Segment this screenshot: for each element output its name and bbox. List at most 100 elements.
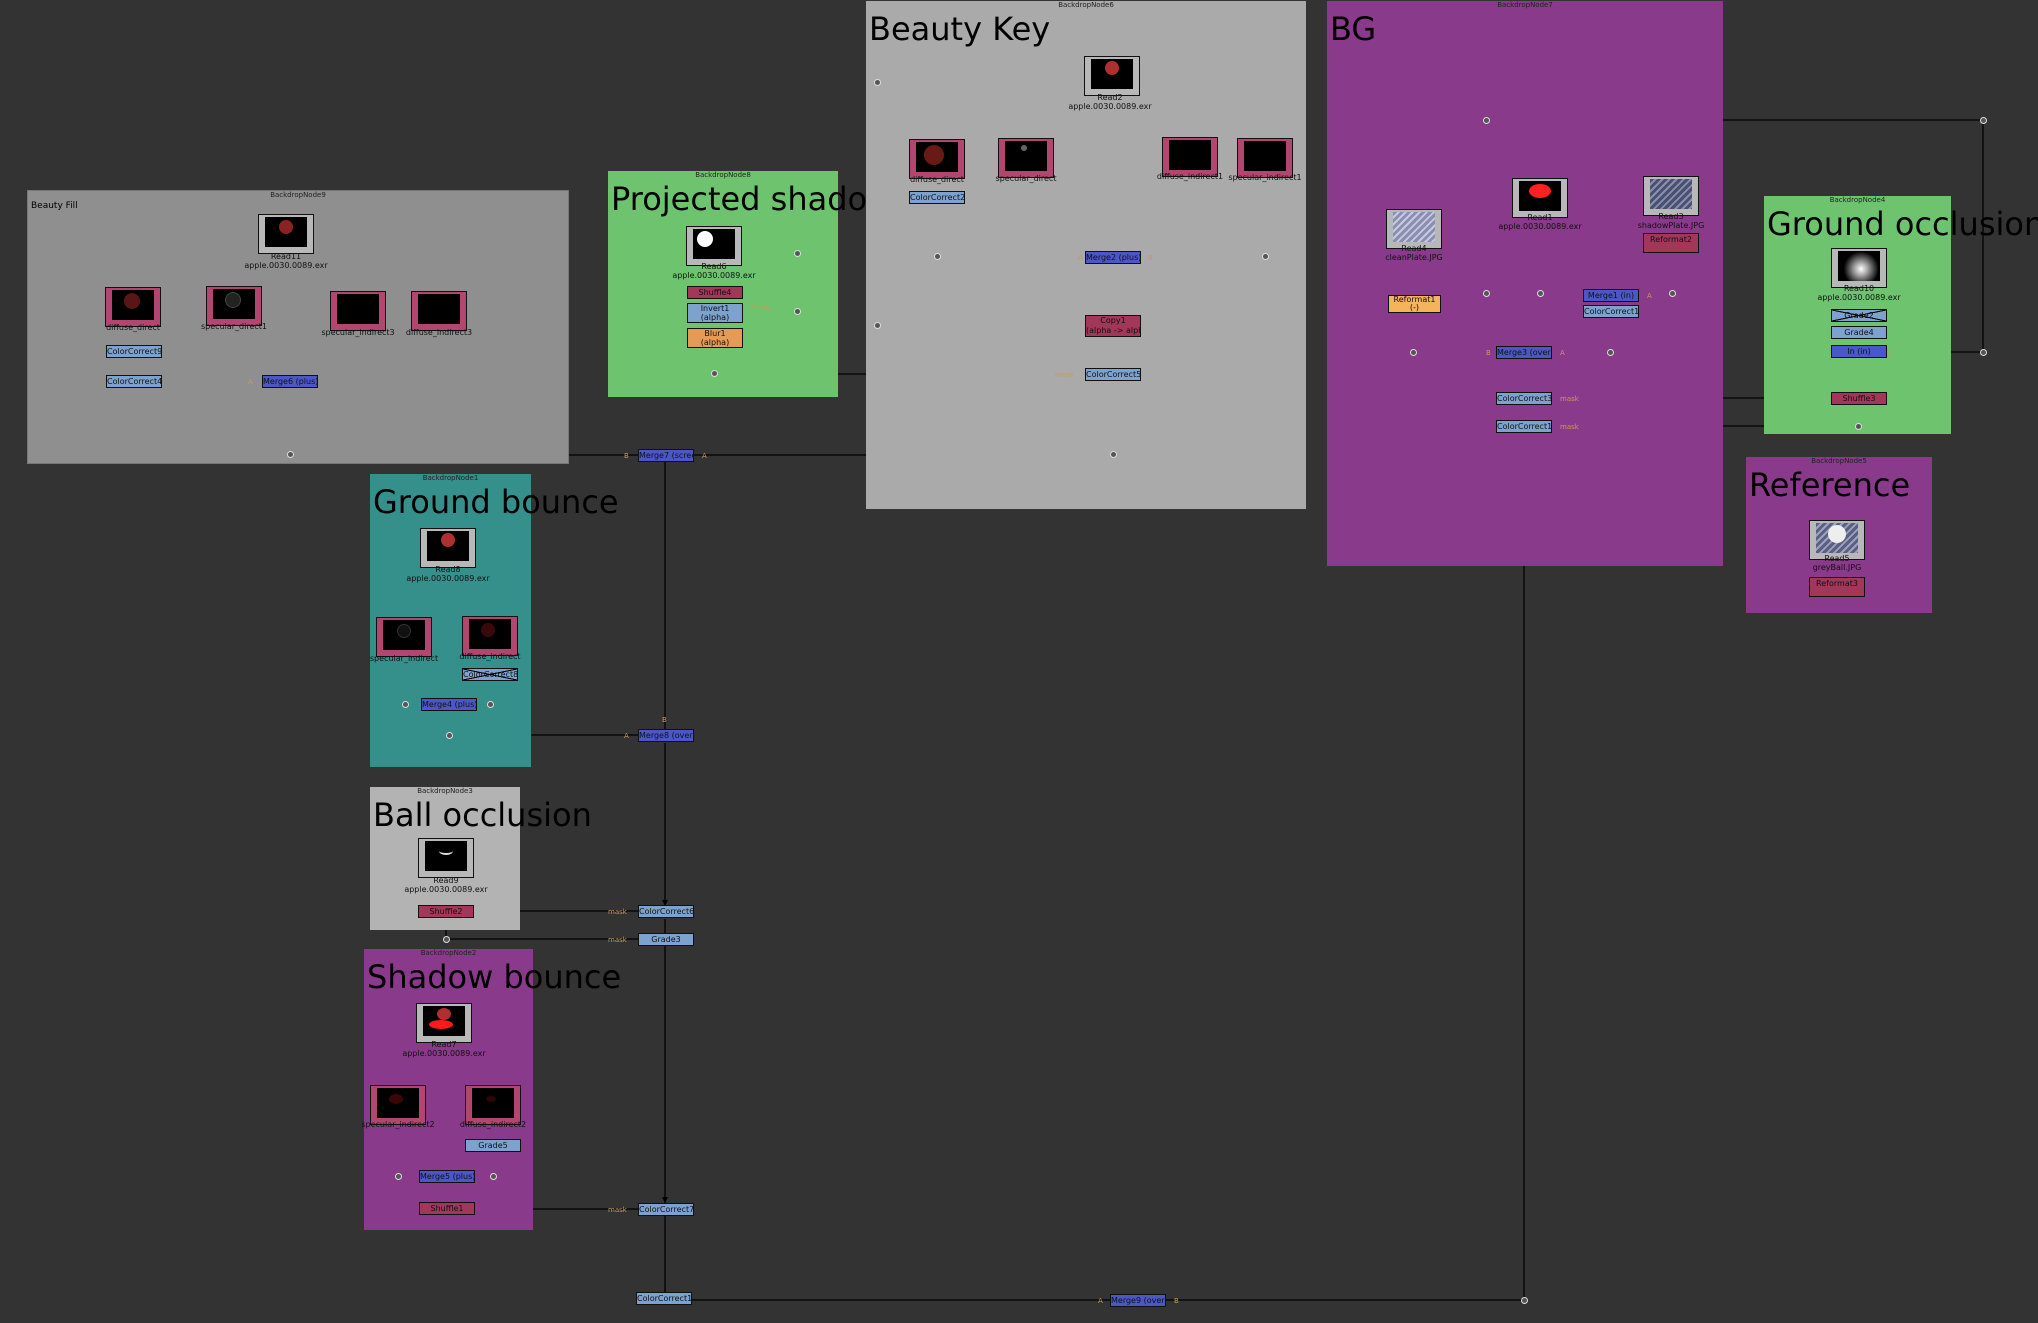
read-thumbnail	[418, 294, 460, 324]
node-colorcorrect9[interactable]: ColorCorrect9	[106, 345, 162, 358]
dot-node[interactable]	[874, 79, 881, 86]
node-grade5[interactable]: Grade5	[465, 1139, 521, 1152]
read-node-read8[interactable]	[420, 528, 476, 568]
node-colorcorrect10[interactable]: ColorCorrect10	[1496, 420, 1552, 433]
node-shuffle1[interactable]: Shuffle1	[419, 1202, 475, 1215]
pin-label-a: A	[702, 452, 707, 460]
read-node-diffuse-direct[interactable]	[105, 287, 161, 327]
read-node-specular-indirect3[interactable]	[330, 291, 386, 331]
node-shuffle4[interactable]: Shuffle4	[687, 286, 743, 299]
read-node-diffuse-direct-key[interactable]	[909, 139, 965, 179]
node-grade2-disabled[interactable]: Grade2	[1831, 309, 1887, 322]
node-merge5[interactable]: Merge5 (plus)	[419, 1170, 475, 1183]
node-merge-final[interactable]: Merge9 (over)	[1110, 1294, 1166, 1307]
dot-node[interactable]	[1521, 1297, 1528, 1304]
read-node-diffuse-indirect3[interactable]	[411, 291, 467, 331]
read-node-diffuse-indirect1[interactable]	[1162, 137, 1218, 177]
node-invert1[interactable]: Invert1 (alpha)	[687, 303, 743, 323]
node-merge4[interactable]: Merge4 (plus)	[421, 698, 477, 711]
pin-label-a: A	[1647, 292, 1652, 300]
node-merge1[interactable]: Merge1 (in)	[1583, 289, 1639, 302]
read-node-read10[interactable]	[1831, 248, 1887, 288]
dot-node[interactable]	[794, 308, 801, 315]
node-copy1[interactable]: Copy1 (alpha -> alpha)	[1085, 315, 1141, 337]
node-colorcorrect-disabled[interactable]: ColorCorrect8	[462, 668, 518, 681]
dot-node[interactable]	[794, 250, 801, 257]
dot-node[interactable]	[487, 701, 494, 708]
dot-node[interactable]	[1980, 349, 1987, 356]
dot-node[interactable]	[711, 370, 718, 377]
node-colorcorrect6[interactable]: ColorCorrect6	[638, 905, 694, 918]
node-grade4[interactable]: Grade4	[1831, 326, 1887, 339]
read-node-file: apple.0030.0089.exr	[1068, 102, 1152, 111]
dot-node[interactable]	[1483, 117, 1490, 124]
dot-node[interactable]	[1607, 349, 1614, 356]
read-node-label: Read11	[270, 252, 302, 261]
node-merge8[interactable]: Merge8 (over)	[638, 729, 694, 742]
dot-node[interactable]	[287, 451, 294, 458]
read-node-read7[interactable]	[416, 1003, 472, 1043]
dot-node[interactable]	[1855, 423, 1862, 430]
backdrop-header: BackdropNode8	[695, 171, 751, 179]
node-grade3[interactable]: Grade3	[638, 933, 694, 946]
read-node-specular-direct1[interactable]	[206, 286, 262, 326]
node-colorcorrect4[interactable]: ColorCorrect4	[106, 375, 162, 388]
node-shuffle3[interactable]: Shuffle3	[1831, 392, 1887, 405]
backdrop-label: Ground bounce	[373, 483, 619, 521]
node-merge7[interactable]: Merge7 (screen)	[638, 449, 694, 462]
dot-node[interactable]	[395, 1173, 402, 1180]
read-node-read6[interactable]	[686, 226, 742, 266]
read-node-specular-direct-key[interactable]	[998, 138, 1054, 178]
node-colorcorrect3[interactable]: ColorCorrect3	[1496, 392, 1552, 405]
node-merge6[interactable]: Merge6 (plus)	[262, 375, 318, 388]
node-merge2[interactable]: Merge2 (plus)	[1085, 251, 1141, 264]
dot-node[interactable]	[1980, 117, 1987, 124]
node-merge3[interactable]: Merge3 (over)	[1496, 346, 1552, 359]
node-shuffle2[interactable]: Shuffle2	[418, 905, 474, 918]
read-node-read1[interactable]	[1512, 178, 1568, 218]
read-thumbnail	[1393, 212, 1435, 242]
node-reformat1[interactable]: Reformat1 (-)	[1388, 295, 1441, 313]
node-colorcorrect5[interactable]: ColorCorrect5	[1085, 368, 1141, 381]
node-reformat2[interactable]: Reformat2	[1643, 233, 1699, 253]
dot-node[interactable]	[874, 322, 881, 329]
backdrop-projected-shadow[interactable]: BackdropNode8 Projected shadow	[608, 171, 893, 397]
read-node-diffuse-indirect[interactable]	[462, 616, 518, 656]
node-in4[interactable]: In (in)	[1831, 345, 1887, 358]
read-node-diffuse-indirect2[interactable]	[465, 1085, 521, 1125]
dot-node[interactable]	[934, 253, 941, 260]
dot-node[interactable]	[1483, 290, 1490, 297]
backdrop-bg[interactable]: BackdropNode7 BG	[1327, 1, 1723, 566]
pin-label-a: A	[248, 378, 253, 386]
dot-node[interactable]	[1262, 253, 1269, 260]
dot-node[interactable]	[446, 732, 453, 739]
dot-node[interactable]	[490, 1173, 497, 1180]
read-thumbnail	[1091, 59, 1133, 89]
dot-node[interactable]	[1110, 451, 1117, 458]
dot-node[interactable]	[1669, 290, 1676, 297]
node-blur1[interactable]: Blur1 (alpha)	[687, 328, 743, 348]
dot-node[interactable]	[443, 936, 450, 943]
read-node-file: apple.0030.0089.exr	[672, 271, 756, 280]
node-colorcorrect1[interactable]: ColorCorrect1	[1583, 305, 1639, 318]
read-node-specular-indirect2[interactable]	[370, 1085, 426, 1125]
read-node-read3[interactable]	[1643, 176, 1699, 216]
read-node-read11[interactable]	[258, 214, 314, 254]
read-node-specular-indirect[interactable]	[376, 617, 432, 657]
node-graph-canvas[interactable]: BackdropNode9 Beauty Fill BackdropNode8 …	[0, 0, 2038, 1323]
read-node-specular-indirect1[interactable]	[1237, 138, 1293, 178]
node-colorcorrect2[interactable]: ColorCorrect2	[909, 191, 965, 204]
node-colorcorrect7[interactable]: ColorCorrect7	[638, 1203, 694, 1216]
dot-node[interactable]	[402, 701, 409, 708]
read-node-read2[interactable]	[1084, 56, 1140, 96]
node-subtitle: (alpha)	[700, 338, 730, 347]
dot-node[interactable]	[1537, 290, 1544, 297]
node-colorcorrect11[interactable]: ColorCorrect11	[636, 1292, 692, 1305]
dot-node[interactable]	[1410, 349, 1417, 356]
read-node-read9[interactable]	[418, 838, 474, 878]
backdrop-label: Ground occlusion	[1767, 205, 2038, 243]
read-thumbnail	[469, 619, 511, 649]
node-reformat3[interactable]: Reformat3	[1809, 577, 1865, 597]
read-thumbnail	[1816, 523, 1858, 553]
read-node-read4[interactable]	[1386, 209, 1442, 249]
